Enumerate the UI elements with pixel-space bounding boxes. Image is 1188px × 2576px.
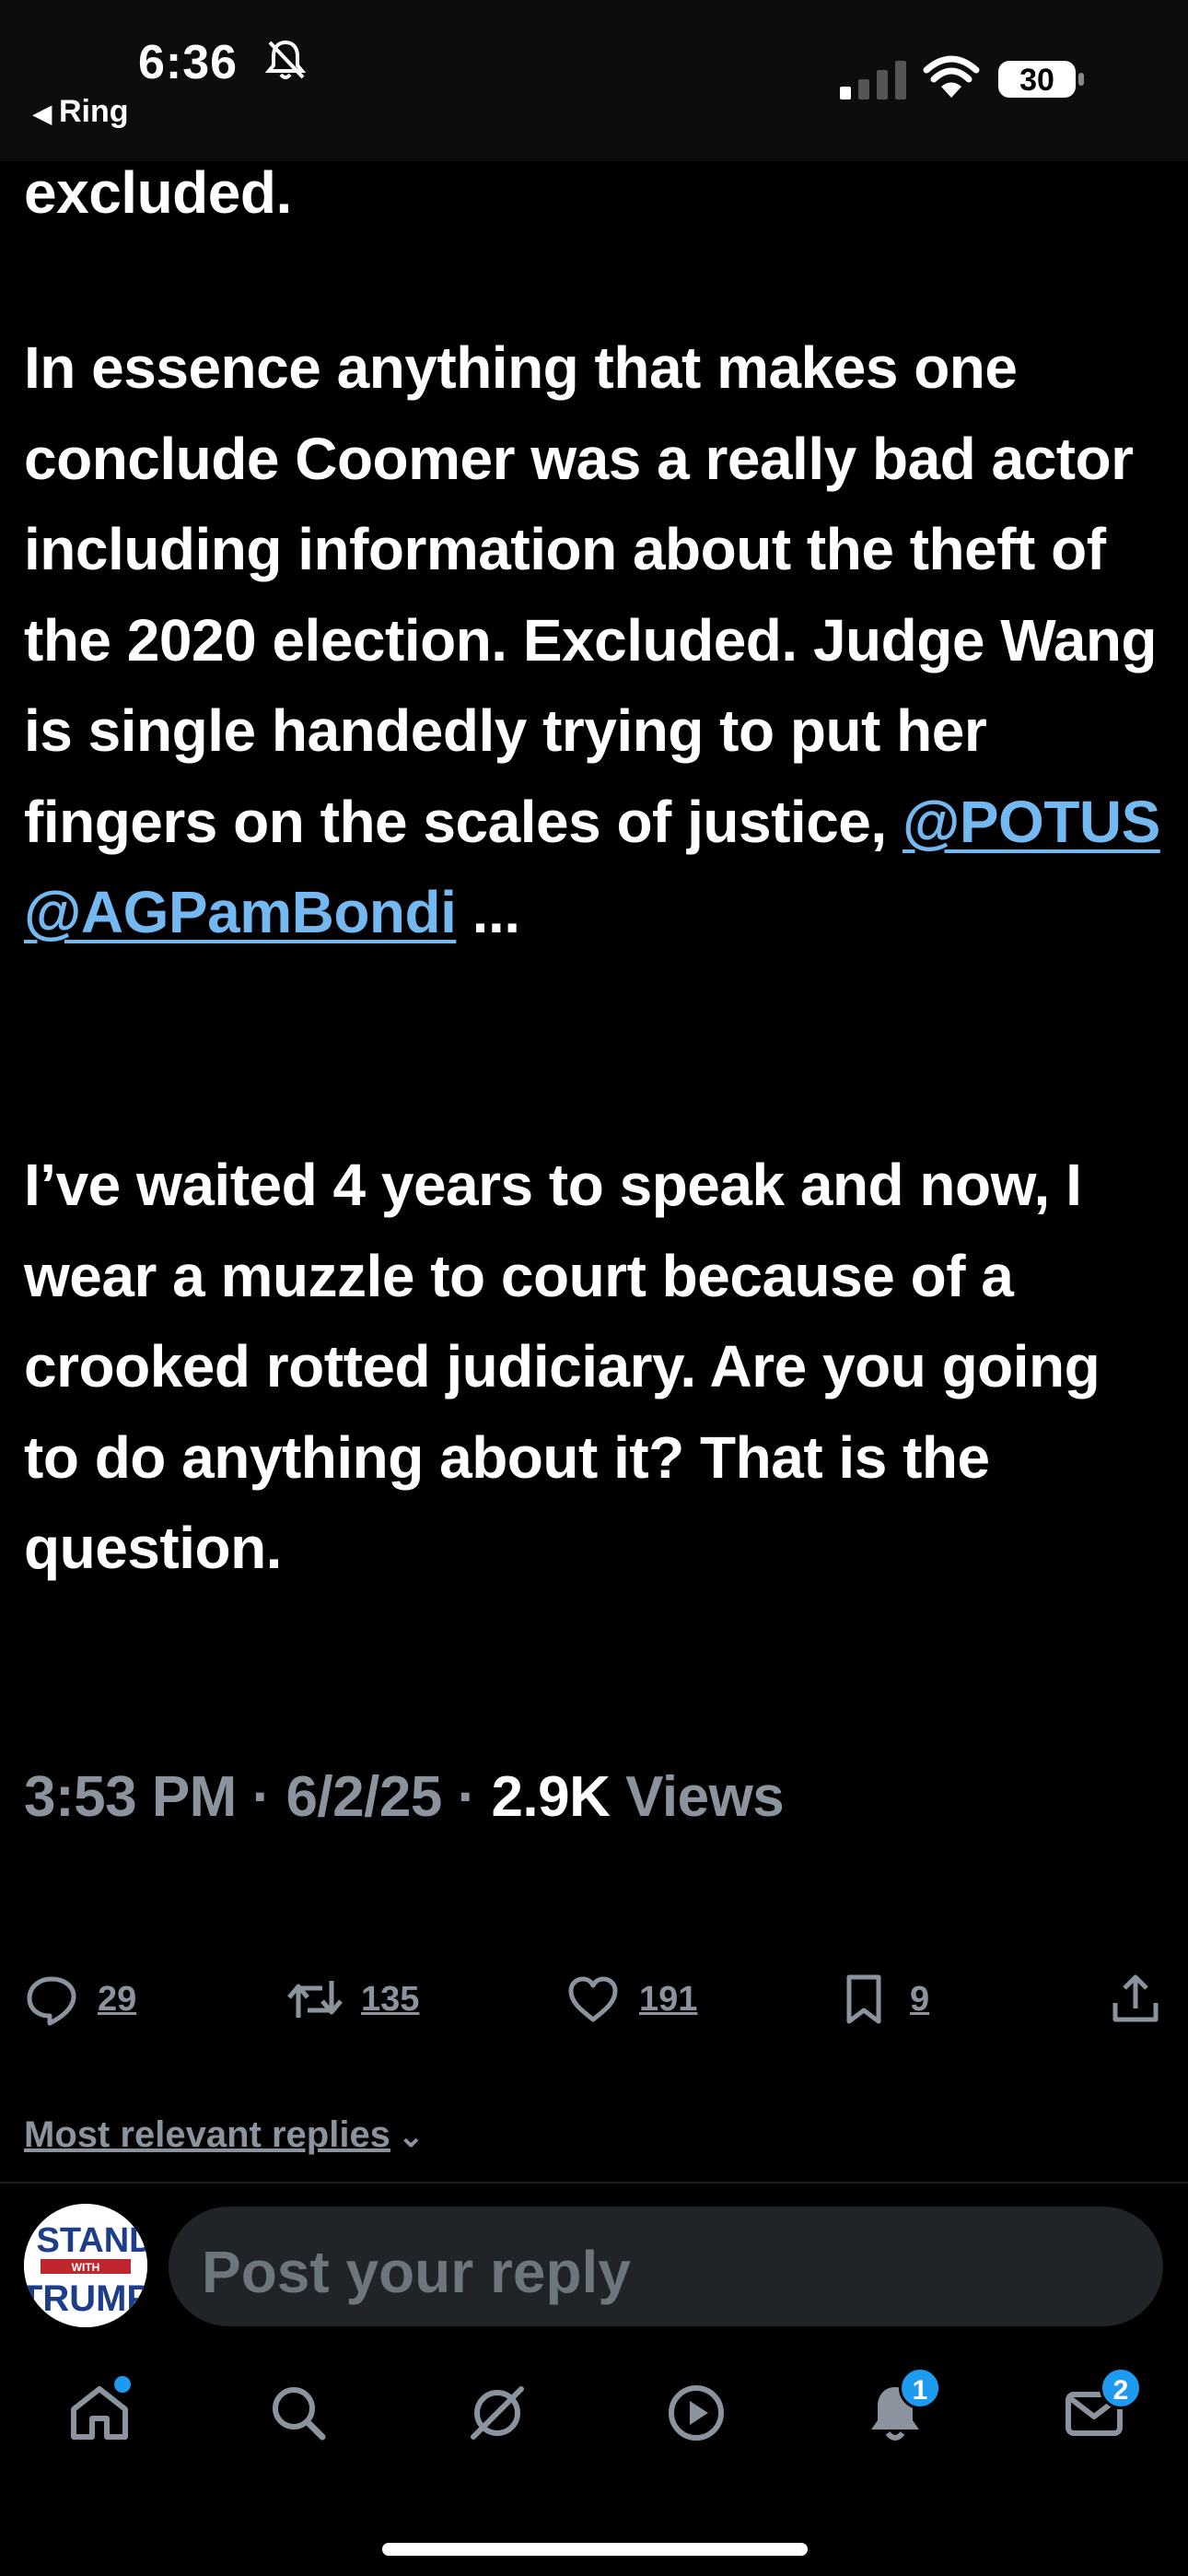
grok-icon: [471, 2386, 524, 2440]
tab-search[interactable]: [265, 2380, 332, 2446]
home-indicator[interactable]: [382, 2543, 808, 2556]
notifications-badge: 1: [899, 2367, 941, 2409]
tab-notifications[interactable]: 1: [862, 2367, 941, 2446]
back-to-app-link[interactable]: ◀ Ring: [33, 94, 129, 130]
wifi-icon: [923, 55, 980, 98]
tab-home[interactable]: [66, 2376, 133, 2446]
bell-slash-icon: [264, 40, 307, 79]
mentions-ellipsis[interactable]: ...: [472, 879, 520, 945]
svg-text:WITH: WITH: [72, 2261, 100, 2274]
bookmark-count: 9: [910, 1979, 930, 2019]
home-unread-dot: [114, 2376, 131, 2393]
like-icon: [568, 1976, 618, 2022]
replies-sort-dropdown[interactable]: Most relevant replies ⌄: [24, 2114, 424, 2156]
tweet-paragraph-1: In essence anything that makes one concl…: [24, 322, 1166, 958]
tweet-actions: 29 135 191 9: [0, 1962, 1188, 2036]
messages-badge: 2: [1100, 2367, 1142, 2409]
svg-text:TRUMP: TRUMP: [24, 2278, 147, 2319]
avatar-image: I STAND WITH TRUMP: [24, 2204, 147, 2327]
tweet-paragraph-1-text: In essence anything that makes one concl…: [24, 334, 1158, 855]
video-icon: [669, 2385, 724, 2441]
bookmark-button[interactable]: 9: [836, 1962, 929, 2036]
reply-count: 29: [98, 1979, 137, 2019]
tab-video[interactable]: [663, 2380, 729, 2446]
search-icon: [273, 2387, 326, 2441]
tab-messages[interactable]: 2: [1061, 2367, 1142, 2446]
mention-potus-link[interactable]: @POTUS: [903, 789, 1160, 855]
tab-grok[interactable]: [464, 2380, 530, 2446]
reply-icon: [27, 1976, 76, 2026]
divider: [0, 2182, 1188, 2184]
tweet-paragraph-2: I’ve waited 4 years to speak and now, I …: [24, 1152, 1101, 1581]
tweet-meta: 3:53 PM · 6/2/25 · 2.9K Views: [24, 1765, 785, 1829]
status-bar: 6:36 ◀ Ring 30: [0, 0, 1188, 161]
battery-icon: 30: [996, 57, 1085, 101]
battery-level: 30: [1019, 63, 1054, 98]
views-count[interactable]: 2.9K: [491, 1765, 610, 1829]
reply-button[interactable]: 29: [24, 1962, 136, 2036]
status-time: 6:36: [138, 36, 239, 89]
tweet-date: 6/2/25: [285, 1765, 442, 1829]
mention-agpambondi-link[interactable]: @AGPamBondi: [24, 879, 457, 945]
bookmark-icon: [846, 1974, 881, 2024]
repost-count: 135: [361, 1979, 420, 2019]
like-button[interactable]: 191: [565, 1962, 697, 2036]
avatar[interactable]: I STAND WITH TRUMP: [24, 2204, 147, 2327]
replies-sort-label: Most relevant replies: [24, 2114, 390, 2155]
chevron-down-icon: ⌄: [397, 2119, 425, 2154]
back-arrow-icon: ◀: [33, 100, 52, 127]
svg-text:I STAND: I STAND: [24, 2221, 147, 2260]
share-button[interactable]: [1108, 1962, 1163, 2036]
repost-icon: [287, 1981, 343, 2018]
signal-icon: [840, 61, 906, 100]
reply-input[interactable]: Post your reply: [169, 2207, 1163, 2326]
reply-placeholder: Post your reply: [202, 2239, 631, 2305]
tweet-text-fragment: excluded.: [24, 159, 292, 226]
tweet-time: 3:53 PM: [24, 1765, 237, 1829]
share-icon: [1112, 1974, 1159, 2022]
repost-button[interactable]: 135: [287, 1962, 419, 2036]
like-count: 191: [639, 1979, 698, 2019]
views-label: Views: [625, 1765, 785, 1829]
